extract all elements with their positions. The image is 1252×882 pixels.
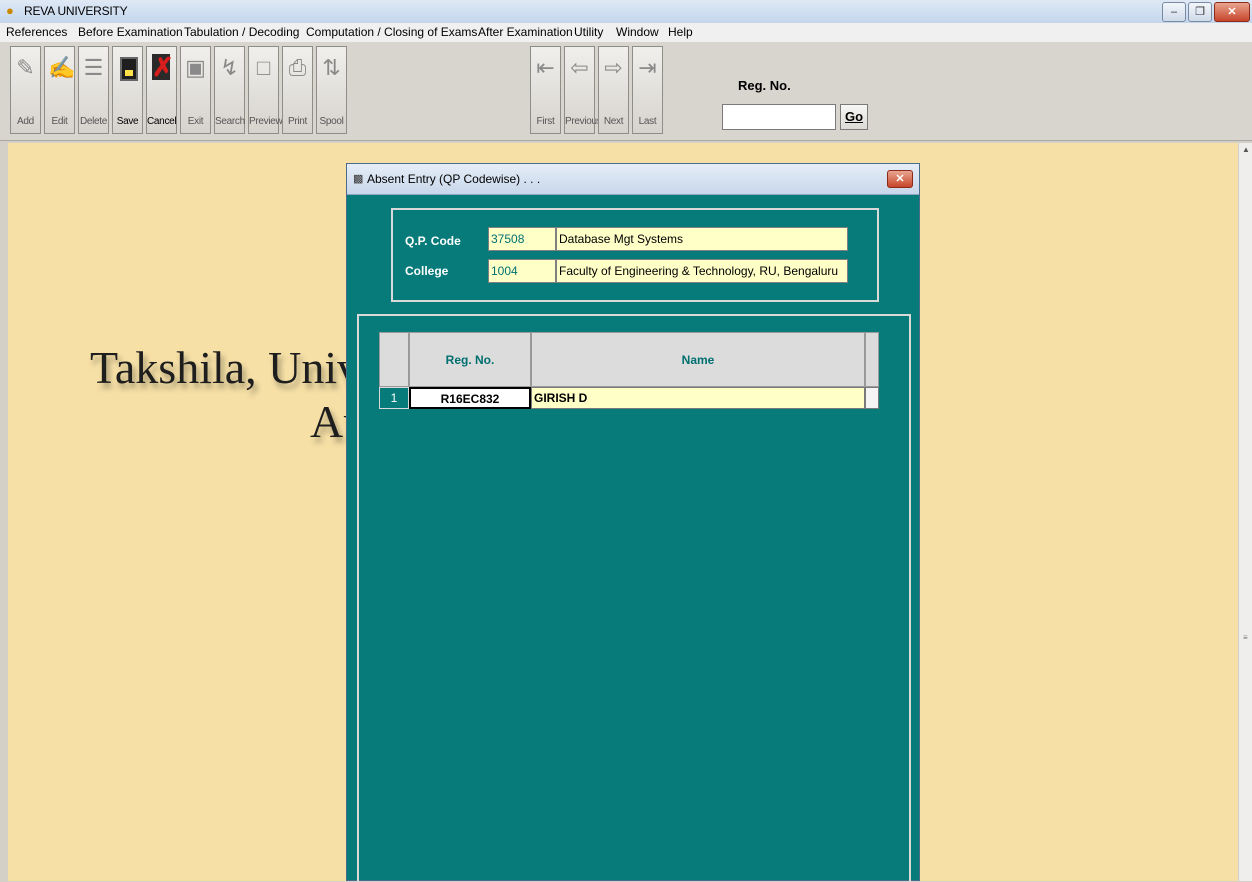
close-button[interactable]: ✕ — [1214, 2, 1250, 22]
preview-button[interactable]: □ Preview — [248, 46, 283, 134]
last-button[interactable]: ⇥ Last — [632, 46, 663, 134]
app-icon: ● — [6, 3, 14, 18]
spool-label: Spool — [319, 116, 344, 127]
previous-label: Previous — [565, 116, 602, 127]
qp-code-field[interactable]: 37508 — [488, 227, 556, 251]
edit-label: Edit — [51, 116, 68, 127]
menu-help[interactable]: Help — [668, 25, 693, 39]
delete-label: Delete — [79, 116, 108, 127]
grid-corner — [379, 332, 409, 387]
menu-bar: References Before Examination Tabulation… — [0, 23, 1252, 43]
scroll-up-icon[interactable]: ▲ — [1242, 145, 1250, 154]
regno-label: Reg. No. — [738, 78, 791, 93]
exit-icon: ▣ — [185, 55, 206, 80]
scroll-thumb[interactable]: ≡ — [1243, 633, 1248, 642]
save-icon — [120, 57, 138, 81]
grid-header-regno[interactable]: Reg. No. — [409, 332, 531, 387]
college-code-field[interactable]: 1004 — [488, 259, 556, 283]
qp-name-field: Database Mgt Systems — [556, 227, 848, 251]
absent-grid-panel: Reg. No. Name 1 R16EC832 GIRISH D — [357, 314, 911, 882]
document-icon: □ — [256, 55, 271, 80]
grid-header-name[interactable]: Name — [531, 332, 865, 387]
add-icon: ✎ — [16, 55, 35, 80]
preview-label: Preview — [249, 116, 283, 127]
last-label: Last — [638, 116, 657, 127]
dialog-title: Absent Entry (QP Codewise) . . . — [367, 172, 541, 186]
spool-icon: ⇅ — [322, 55, 341, 80]
title-bar: ● REVA UNIVERSITY – ❐ ✕ — [0, 0, 1252, 24]
qp-info-box: Q.P. Code 37508 Database Mgt Systems Col… — [391, 208, 879, 302]
college-label: College — [405, 264, 449, 278]
search-icon: ↯ — [220, 55, 239, 80]
arrow-right-icon: ⇨ — [604, 55, 623, 80]
save-button[interactable]: Save — [112, 46, 143, 134]
qp-code-label: Q.P. Code — [405, 234, 461, 248]
menu-window[interactable]: Window — [616, 25, 659, 39]
grid-row-number: 1 — [379, 387, 409, 409]
print-button[interactable]: ⎙ Print — [282, 46, 313, 134]
add-button[interactable]: ✎ Add — [10, 46, 41, 134]
spool-button[interactable]: ⇅ Spool — [316, 46, 347, 134]
previous-button[interactable]: ⇦ Previous — [564, 46, 602, 134]
grid-cell-regno[interactable]: R16EC832 — [409, 387, 531, 409]
absent-entry-dialog: ▩ Absent Entry (QP Codewise) . . . ✕ Q.P… — [346, 163, 920, 882]
menu-references[interactable]: References — [6, 25, 67, 39]
grid-row-scroll[interactable] — [865, 387, 879, 409]
exit-label: Exit — [187, 116, 204, 127]
watermark-text-line1: Takshila, Univ — [90, 342, 361, 393]
menu-before-examination[interactable]: Before Examination — [78, 25, 183, 39]
dialog-close-button[interactable]: ✕ — [887, 170, 913, 188]
college-name-field: Faculty of Engineering & Technology, RU,… — [556, 259, 848, 283]
cancel-button[interactable]: ✗ Cancel — [146, 46, 177, 134]
menu-utility[interactable]: Utility — [574, 25, 603, 39]
cancel-icon: ✗ — [152, 52, 174, 82]
window-title: REVA UNIVERSITY — [24, 4, 128, 18]
minimize-button[interactable]: – — [1162, 2, 1186, 22]
regno-input[interactable] — [722, 104, 836, 130]
print-label: Print — [287, 116, 308, 127]
cancel-label: Cancel — [147, 116, 177, 127]
toolbar: ✎ Add ✍ Edit ☰ Delete Save ✗ Cancel ▣ Ex… — [0, 42, 1252, 141]
last-record-icon: ⇥ — [638, 55, 657, 80]
go-button[interactable]: Go — [840, 104, 868, 130]
menu-computation-closing[interactable]: Computation / Closing of Exams — [306, 25, 477, 39]
grid-header-scroll — [865, 332, 879, 387]
menu-after-examination[interactable]: After Examination — [478, 25, 573, 39]
grid-cell-name[interactable]: GIRISH D — [531, 387, 865, 409]
restore-button[interactable]: ❐ — [1188, 2, 1212, 22]
first-label: First — [536, 116, 555, 127]
next-label: Next — [603, 116, 624, 127]
menu-tabulation-decoding[interactable]: Tabulation / Decoding — [184, 25, 299, 39]
edit-icon: ✍ — [48, 55, 76, 80]
first-record-icon: ⇤ — [536, 55, 555, 80]
dialog-title-bar: ▩ Absent Entry (QP Codewise) . . . ✕ — [347, 164, 919, 195]
delete-icon: ☰ — [83, 55, 104, 80]
save-label: Save — [116, 116, 139, 127]
add-label: Add — [17, 116, 34, 127]
next-button[interactable]: ⇨ Next — [598, 46, 629, 134]
dialog-icon: ▩ — [353, 173, 364, 185]
arrow-left-icon: ⇦ — [570, 55, 589, 80]
search-button[interactable]: ↯ Search — [214, 46, 245, 134]
exit-button[interactable]: ▣ Exit — [180, 46, 211, 134]
delete-button[interactable]: ☰ Delete — [78, 46, 109, 134]
search-label: Search — [215, 116, 245, 127]
first-button[interactable]: ⇤ First — [530, 46, 561, 134]
printer-icon: ⎙ — [288, 55, 307, 80]
edit-button[interactable]: ✍ Edit — [44, 46, 75, 134]
vertical-scrollbar[interactable]: ▲ ≡ — [1238, 143, 1252, 881]
